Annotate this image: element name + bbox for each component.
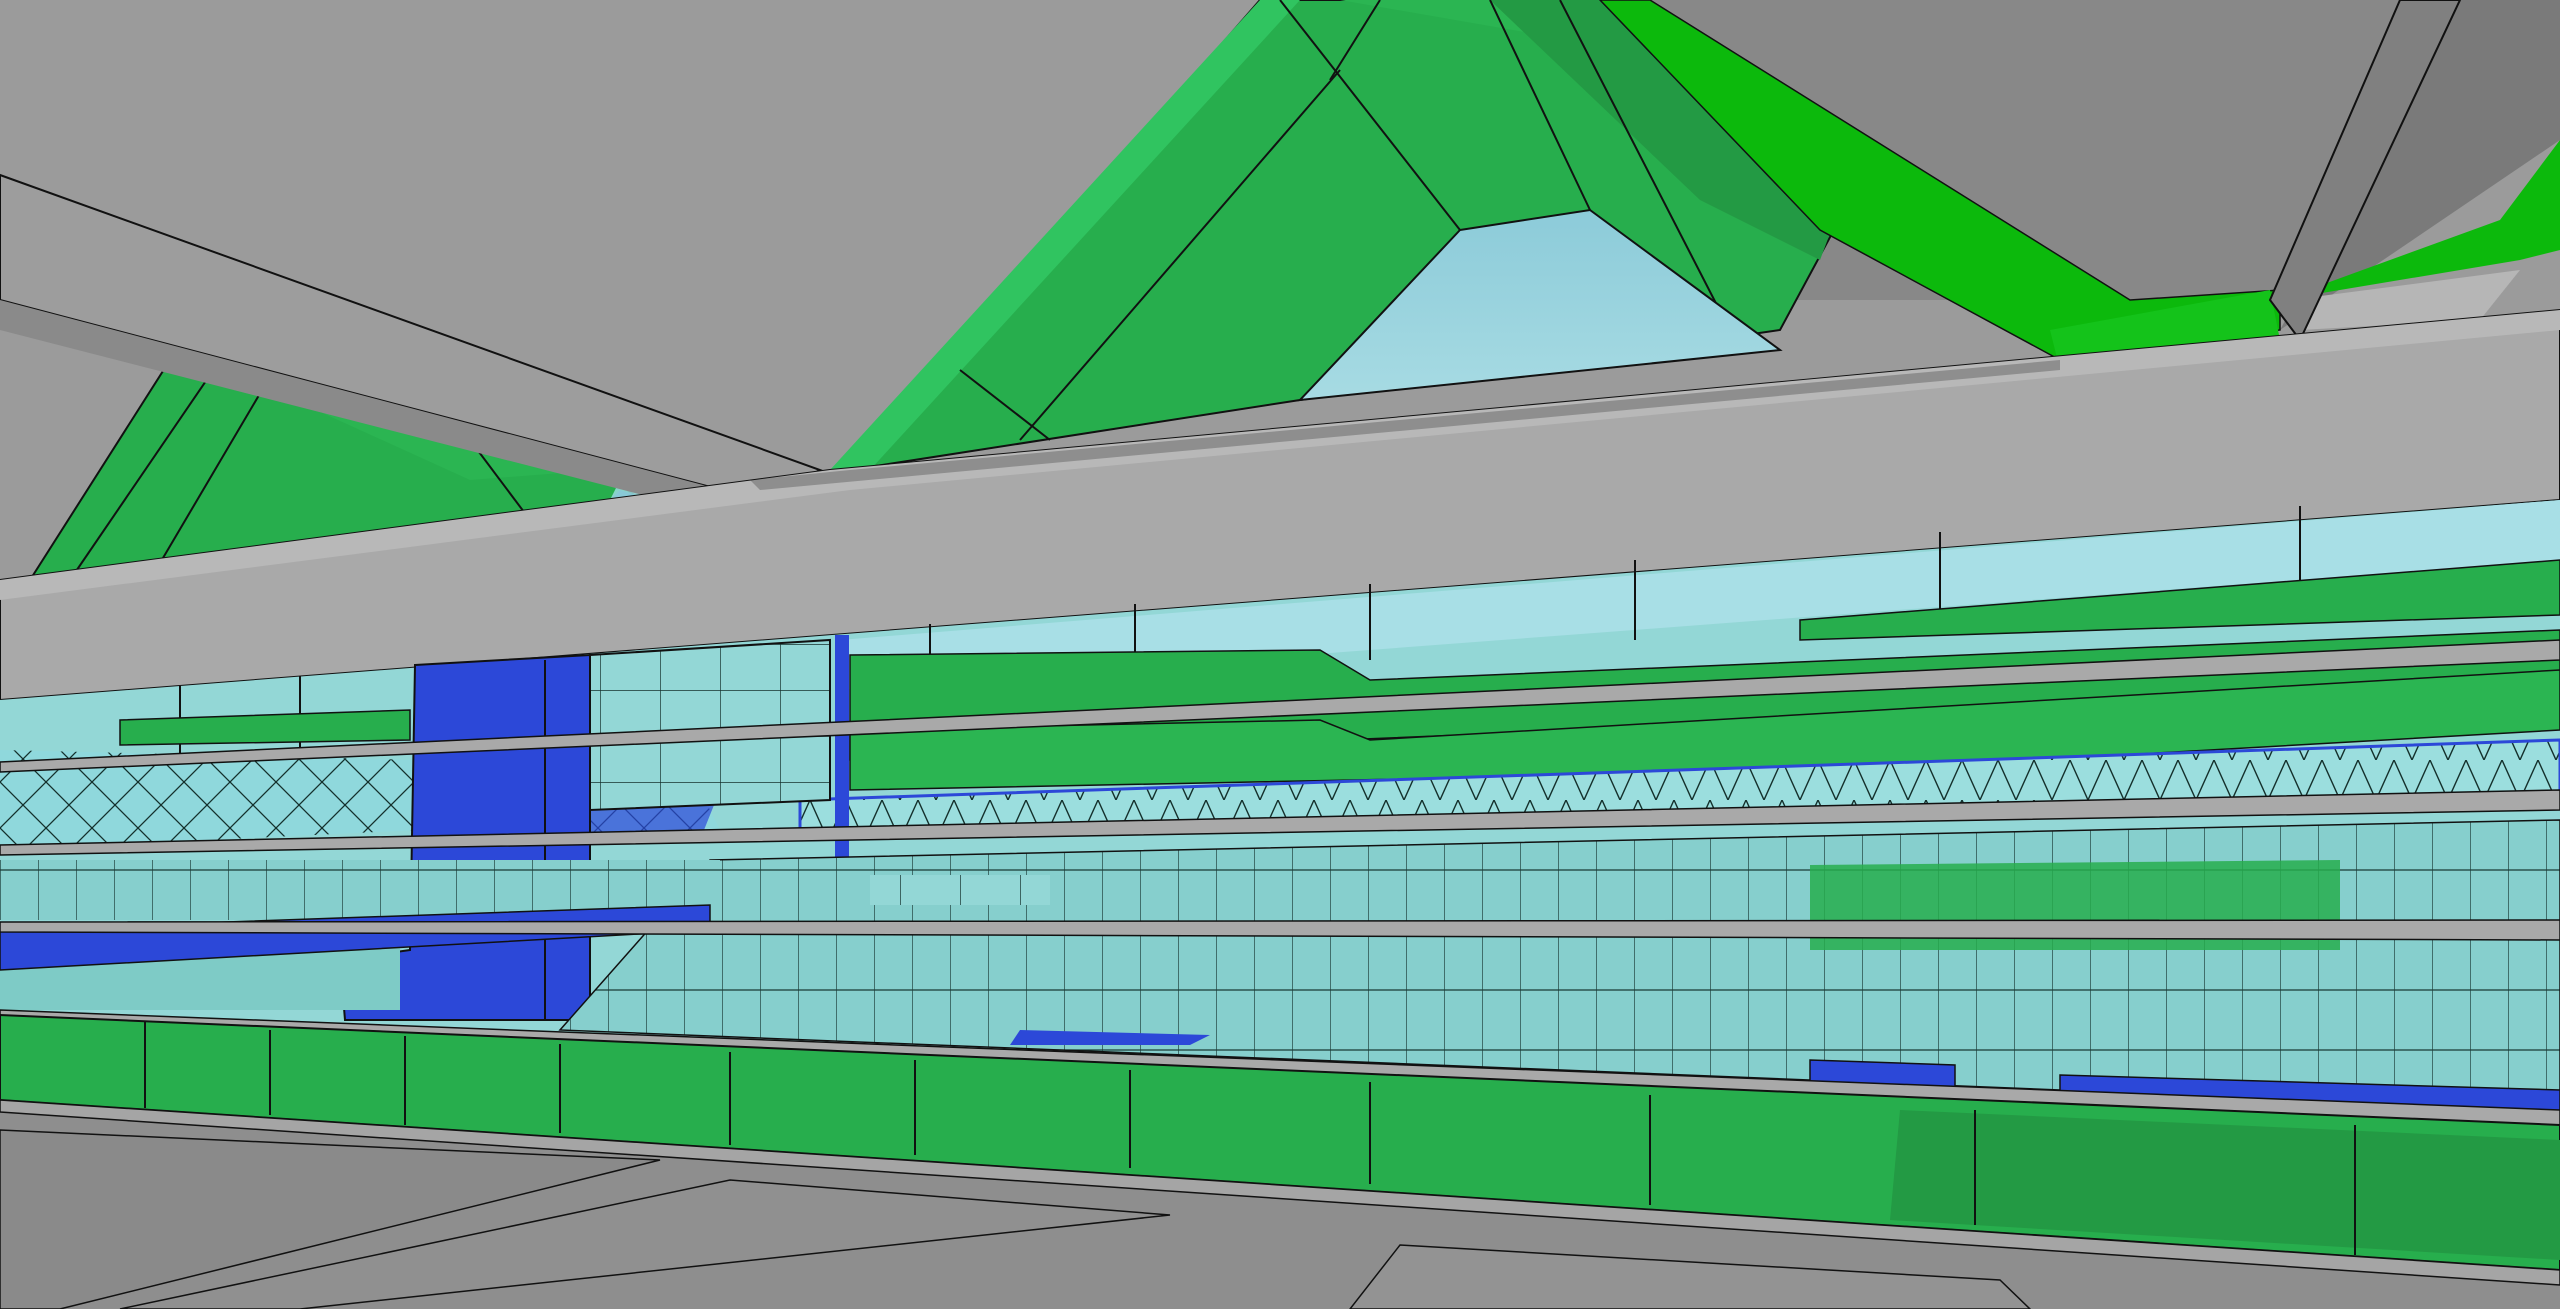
3d-model-viewport[interactable] <box>0 0 2560 1309</box>
